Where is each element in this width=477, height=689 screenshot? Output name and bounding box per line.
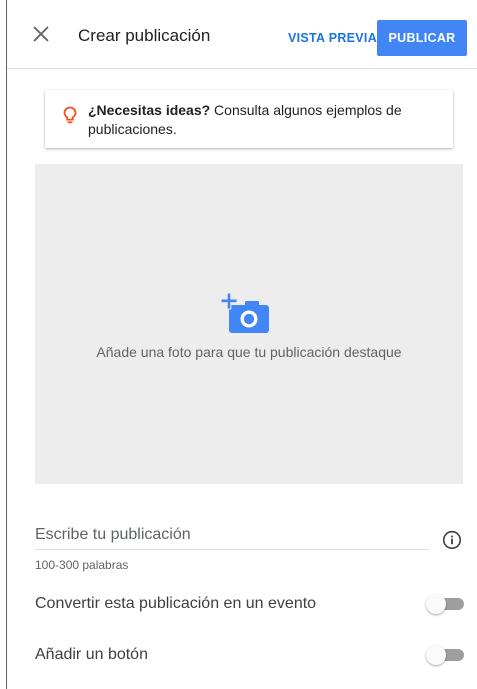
tip-bold-text: ¿Necesitas ideas? — [88, 102, 211, 118]
add-photo-icon — [221, 292, 269, 333]
button-toggle-label: Añadir un botón — [35, 646, 148, 663]
ideas-tip-card[interactable]: ¿Necesitas ideas? Consulta algunos ejemp… — [45, 90, 453, 148]
left-divider — [6, 0, 7, 689]
add-button-toggle[interactable] — [426, 644, 464, 666]
tip-text: ¿Necesitas ideas? Consulta algunos ejemp… — [88, 101, 438, 139]
lightbulb-icon — [63, 106, 77, 124]
event-toggle-knob — [426, 594, 446, 614]
page-title: Crear publicación — [78, 26, 211, 45]
word-count-hint: 100-300 palabras — [35, 558, 129, 572]
add-photo-area[interactable]: Añade una foto para que tu publicación d… — [35, 164, 463, 484]
add-photo-label: Añade una foto para que tu publicación d… — [96, 344, 402, 360]
add-button-toggle-knob — [426, 645, 446, 665]
close-button[interactable] — [31, 24, 51, 44]
event-toggle-label: Convertir esta publicación en un evento — [35, 595, 317, 612]
post-text-input[interactable]: Escribe tu publicación — [35, 526, 429, 550]
event-toggle[interactable] — [426, 593, 464, 615]
close-icon — [33, 26, 49, 42]
header: Crear publicación VISTA PREVIA PUBLICAR — [7, 0, 477, 69]
info-icon[interactable] — [442, 530, 462, 550]
preview-button[interactable]: VISTA PREVIA — [280, 20, 385, 56]
publish-button[interactable]: PUBLICAR — [377, 20, 467, 56]
